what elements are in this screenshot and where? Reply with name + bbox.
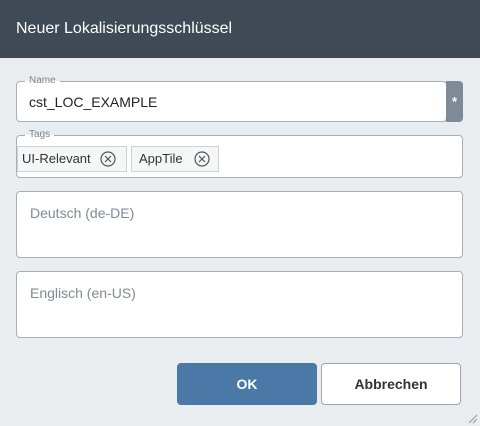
resize-grip-icon[interactable] <box>466 412 478 424</box>
dialog-title: Neuer Lokalisierungsschlüssel <box>0 0 480 58</box>
localization-key-dialog: Neuer Lokalisierungsschlüssel Name cst_L… <box>0 0 480 426</box>
tag-chip-ui-relevant: UI-Relevant <box>17 146 127 172</box>
translation-en-field[interactable]: Englisch (en-US) <box>16 271 463 338</box>
tag-label: AppTile <box>139 151 183 166</box>
tag-label: UI-Relevant <box>22 151 91 166</box>
close-circle-icon[interactable] <box>194 151 210 167</box>
cancel-button[interactable]: Abbrechen <box>321 363 461 405</box>
ok-button[interactable]: OK <box>177 363 317 405</box>
translation-de-placeholder: Deutsch (de-DE) <box>30 205 135 221</box>
translation-de-field[interactable]: Deutsch (de-DE) <box>16 191 463 258</box>
required-marker: * <box>446 81 463 122</box>
translation-en-placeholder: Englisch (en-US) <box>30 285 136 301</box>
tags-field-label: Tags <box>25 128 55 142</box>
tag-chip-apptile: AppTile <box>131 146 219 172</box>
name-field[interactable]: Name cst_LOC_EXAMPLE <box>16 74 447 122</box>
close-circle-icon[interactable] <box>100 151 116 167</box>
tags-field[interactable]: Tags UI-Relevant AppTile <box>16 128 463 178</box>
name-field-label: Name <box>25 74 60 88</box>
name-input-value[interactable]: cst_LOC_EXAMPLE <box>29 94 157 110</box>
